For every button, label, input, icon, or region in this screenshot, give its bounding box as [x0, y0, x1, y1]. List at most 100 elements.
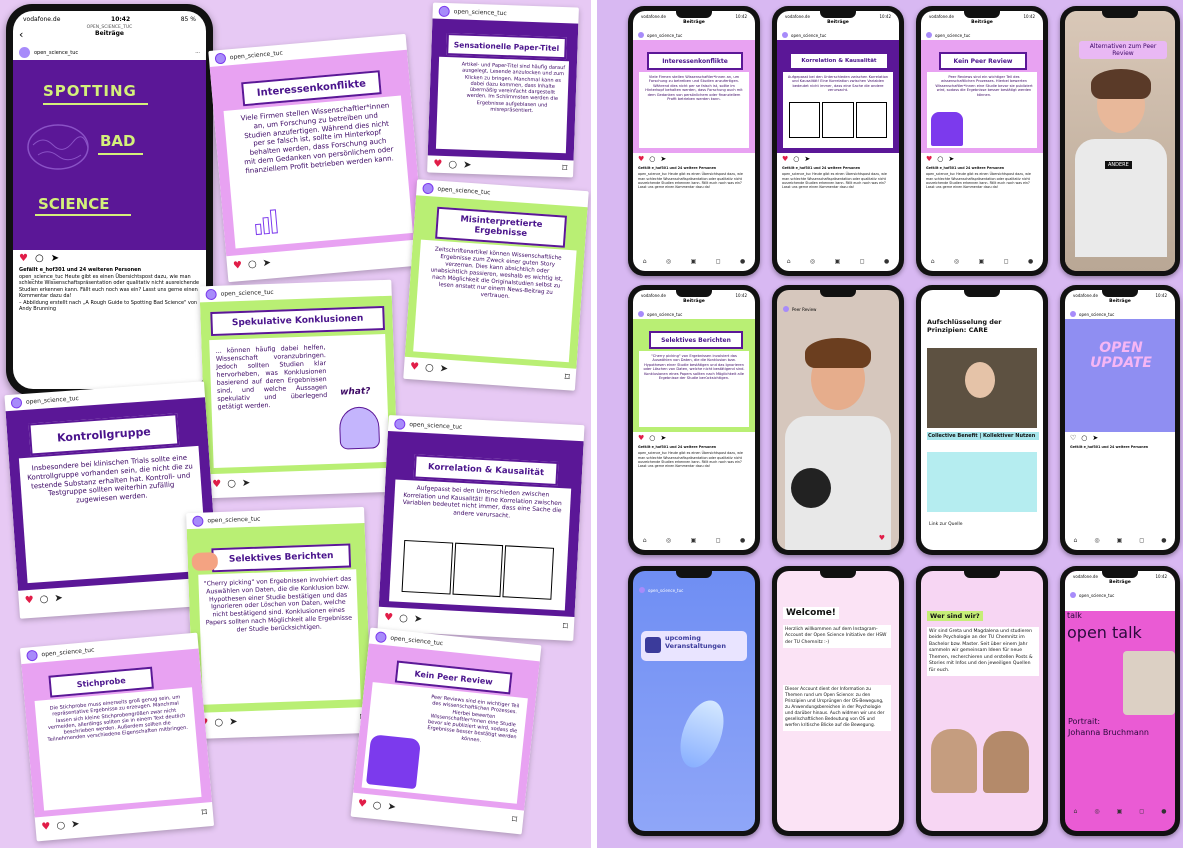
- share-icon[interactable]: ➤: [463, 159, 472, 170]
- share-icon[interactable]: ➤: [71, 818, 80, 830]
- underline-decor: [35, 103, 148, 216]
- heart-icon[interactable]: ♥: [357, 798, 367, 810]
- comment-icon[interactable]: ○: [35, 253, 44, 264]
- bookmark-icon[interactable]: ⌑: [562, 163, 568, 174]
- reels-icon[interactable]: ▣: [1117, 537, 1123, 544]
- share-icon[interactable]: ➤: [54, 592, 63, 604]
- welcome-text: Herzlich willkommen auf dem Instagram-Ac…: [783, 625, 891, 648]
- share-icon[interactable]: ➤: [660, 434, 666, 442]
- comment-icon[interactable]: ○: [39, 593, 48, 605]
- comment-icon[interactable]: ○: [372, 799, 382, 811]
- share-icon[interactable]: ➤: [414, 613, 423, 624]
- comment-icon[interactable]: ○: [1081, 434, 1087, 442]
- explore-icon[interactable]: ◎: [666, 537, 671, 544]
- heart-icon[interactable]: ♥: [233, 259, 243, 271]
- reels-icon[interactable]: ▣: [691, 537, 697, 544]
- bookmark-icon[interactable]: ⌑: [564, 372, 570, 383]
- heart-icon[interactable]: ♥: [41, 821, 51, 833]
- heart-icon[interactable]: ♥: [410, 361, 420, 373]
- comic-strip: [789, 102, 887, 138]
- caption-text: open_science_tuc Heute gibt es einen Übe…: [926, 172, 1031, 190]
- explore-icon[interactable]: ◎: [1094, 537, 1099, 544]
- heart-icon[interactable]: ♥: [24, 594, 34, 606]
- comment-icon[interactable]: ○: [937, 155, 943, 163]
- home-icon[interactable]: ⌂: [643, 258, 647, 265]
- home-icon[interactable]: ⌂: [643, 537, 647, 544]
- heart-outline-icon[interactable]: ♡: [1070, 434, 1076, 442]
- caption-text: open_science_tuc Heute gibt es einen Übe…: [638, 172, 743, 190]
- carrier-label: vodafone.de: [785, 13, 810, 19]
- avatar[interactable]: [19, 47, 30, 58]
- heart-icon[interactable]: ♥: [782, 155, 788, 163]
- share-icon[interactable]: ➤: [242, 477, 251, 488]
- home-icon[interactable]: ⌂: [931, 258, 935, 265]
- heart-icon[interactable]: ♥: [384, 612, 394, 623]
- home-icon[interactable]: ⌂: [1074, 537, 1078, 544]
- share-icon[interactable]: ➤: [948, 155, 954, 163]
- post-account-name[interactable]: open_science_tuc: [34, 50, 78, 56]
- card-image: Stichprobe Die Stichprobe muss einerseit…: [21, 648, 213, 818]
- share-icon[interactable]: ➤: [262, 257, 271, 269]
- source-link[interactable]: Link zur Quelle: [929, 522, 963, 527]
- more-icon[interactable]: ···: [195, 50, 200, 56]
- story-heart-icon[interactable]: ♥: [879, 534, 885, 542]
- shop-icon[interactable]: ◻: [716, 537, 721, 544]
- comment-icon[interactable]: ○: [227, 478, 236, 489]
- profile-icon[interactable]: ●: [740, 537, 745, 544]
- profile-icon[interactable]: ●: [740, 258, 745, 265]
- reels-icon[interactable]: ▣: [691, 258, 697, 265]
- profile-icon[interactable]: ●: [1161, 808, 1166, 815]
- explore-icon[interactable]: ◎: [954, 258, 959, 265]
- back-arrow-icon[interactable]: ‹: [19, 28, 23, 41]
- profile-icon[interactable]: ●: [884, 258, 889, 265]
- reels-icon[interactable]: ▣: [835, 258, 841, 265]
- post-title: Kein Peer Review: [939, 52, 1027, 70]
- share-icon[interactable]: ➤: [387, 801, 396, 813]
- main-phone: vodafone.de 10:42 85 % ‹ OPEN_SCIENCE_TU…: [6, 4, 213, 396]
- home-icon[interactable]: ⌂: [1074, 808, 1078, 815]
- card-peer-review: open_science_tuc Kein Peer Review Peer R…: [350, 627, 542, 835]
- shop-icon[interactable]: ◻: [1139, 537, 1144, 544]
- shop-icon[interactable]: ◻: [1139, 808, 1144, 815]
- card-text: Viele Firmen stellen Wissenschaftler*inn…: [240, 101, 395, 175]
- shop-icon[interactable]: ◻: [716, 258, 721, 265]
- heart-icon[interactable]: ♥: [638, 155, 644, 163]
- home-icon[interactable]: ⌂: [787, 258, 791, 265]
- bookmark-icon[interactable]: ⌑: [511, 814, 517, 825]
- heart-icon[interactable]: ♥: [212, 478, 221, 489]
- comment-icon[interactable]: ○: [649, 155, 655, 163]
- chart-icon: [255, 209, 278, 236]
- share-icon[interactable]: ➤: [1092, 434, 1098, 442]
- share-icon[interactable]: ➤: [439, 363, 448, 375]
- bookmark-icon[interactable]: ⌑: [201, 807, 207, 818]
- comment-icon[interactable]: ○: [214, 717, 223, 728]
- share-icon[interactable]: ➤: [229, 716, 238, 727]
- share-icon[interactable]: ➤: [51, 253, 59, 264]
- heart-icon[interactable]: ♥: [433, 158, 442, 169]
- comment-icon[interactable]: ○: [56, 819, 66, 831]
- profile-icon[interactable]: ●: [1161, 537, 1166, 544]
- comment-icon[interactable]: ○: [448, 159, 457, 170]
- heart-icon[interactable]: ♥: [638, 434, 644, 442]
- share-icon[interactable]: ➤: [804, 155, 810, 163]
- explore-icon[interactable]: ◎: [810, 258, 815, 265]
- heart-icon[interactable]: ♥: [926, 155, 932, 163]
- comment-icon[interactable]: ○: [248, 258, 258, 270]
- carrier-label: vodafone.de: [1073, 292, 1098, 298]
- reels-icon[interactable]: ▣: [1117, 808, 1123, 815]
- comment-icon[interactable]: ○: [425, 362, 434, 374]
- shop-icon[interactable]: ◻: [1004, 258, 1009, 265]
- reels-icon[interactable]: ▣: [979, 258, 985, 265]
- comment-icon[interactable]: ○: [649, 434, 655, 442]
- profile-icon[interactable]: ●: [1028, 258, 1033, 265]
- explore-icon[interactable]: ◎: [666, 258, 671, 265]
- people-illustration: [366, 734, 421, 790]
- heart-icon[interactable]: ♥: [19, 253, 28, 264]
- open-update-title: OPEN UPDATE: [1090, 340, 1152, 372]
- comment-icon[interactable]: ○: [793, 155, 799, 163]
- bookmark-icon[interactable]: ⌑: [563, 621, 569, 632]
- share-icon[interactable]: ➤: [660, 155, 666, 163]
- shop-icon[interactable]: ◻: [860, 258, 865, 265]
- comment-icon[interactable]: ○: [399, 612, 408, 623]
- explore-icon[interactable]: ◎: [1094, 808, 1099, 815]
